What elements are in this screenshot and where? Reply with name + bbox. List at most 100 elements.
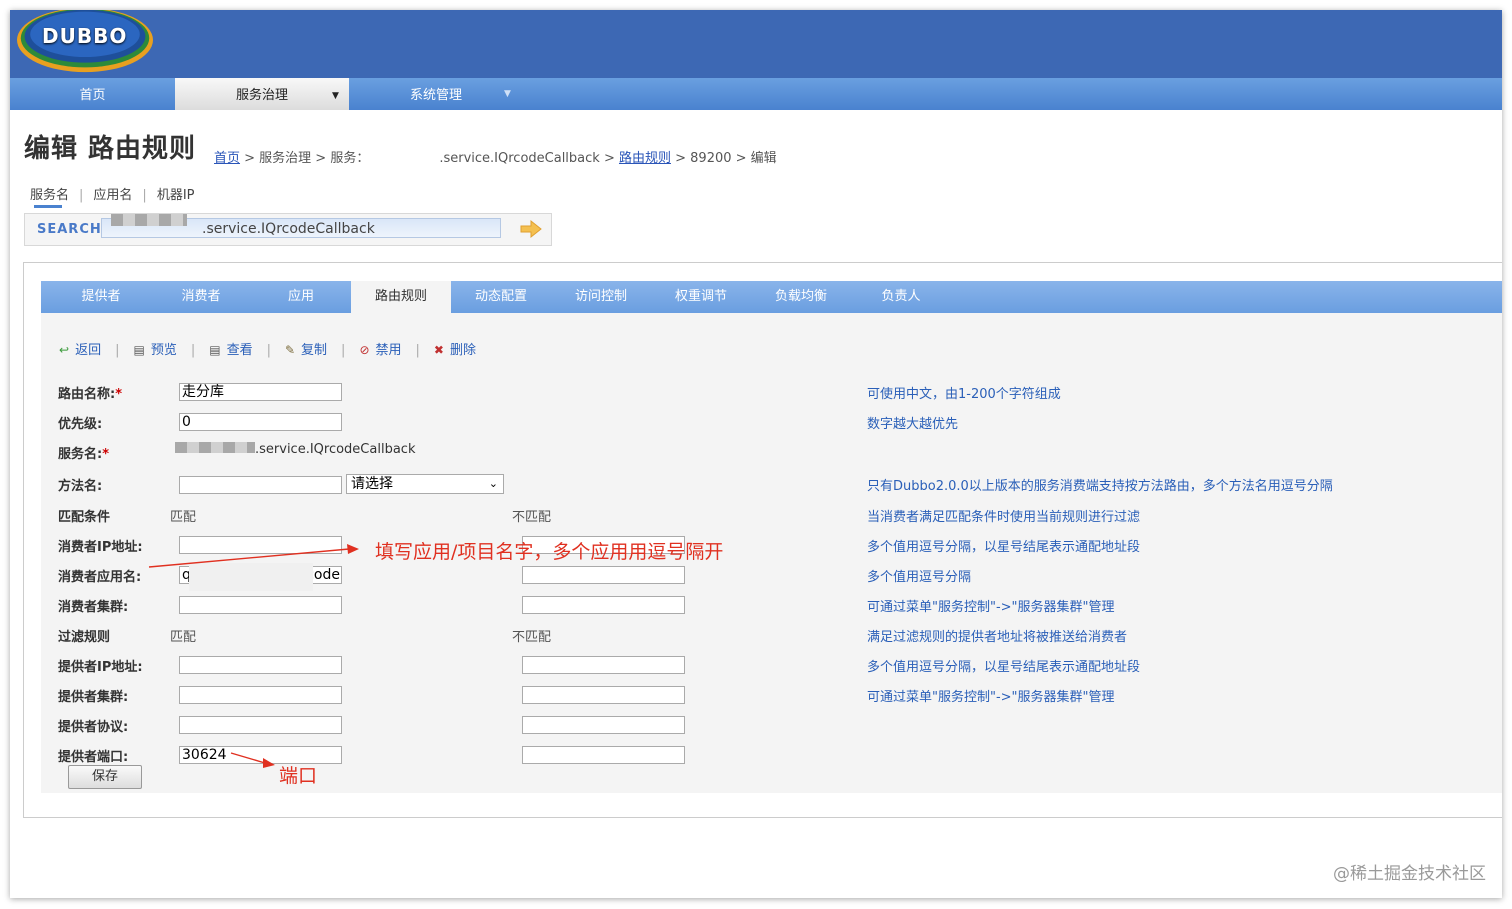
header-bar: DUBBO [10, 10, 1502, 78]
nav-home[interactable]: 首页 [10, 78, 175, 110]
provider-ip-match-input[interactable] [179, 656, 342, 674]
breadcrumb-sep: > [599, 151, 619, 166]
provider-port-match-input[interactable]: 30624 [179, 746, 342, 764]
consumer-app-nomatch-input[interactable] [522, 566, 685, 584]
tab-weights[interactable]: 权重调节 [651, 281, 751, 313]
hint-route-name: 可使用中文，由1-200个字符组成 [867, 387, 1061, 402]
disable-button[interactable]: ⊘ 禁用 [359, 343, 401, 358]
tab-applications[interactable]: 应用 [251, 281, 351, 313]
view-button[interactable]: ▤ 查看 [209, 343, 252, 358]
search-label: SEARCH [37, 222, 102, 237]
provider-cluster-match-input[interactable] [179, 686, 342, 704]
document-icon: ▤ [133, 343, 145, 357]
service-name-label: 服务名:* [58, 443, 109, 462]
route-name-label-text: 路由名称: [58, 387, 116, 402]
back-icon: ↩ [59, 343, 70, 357]
breadcrumb-service: .service.IQrcodeCallback [439, 151, 600, 166]
tab-load-balance[interactable]: 负载均衡 [751, 281, 851, 313]
tab-routes[interactable]: 路由规则 [351, 281, 451, 313]
breadcrumb-route-rules-link[interactable]: 路由规则 [619, 151, 671, 166]
nomatch-column-label: 不匹配 [512, 510, 552, 525]
tab-dynamic-config[interactable]: 动态配置 [451, 281, 551, 313]
consumer-cluster-match-input[interactable] [179, 596, 342, 614]
service-name-label-text: 服务名: [58, 447, 103, 462]
delete-button[interactable]: ✖ 删除 [434, 343, 476, 358]
search-tab-ip[interactable]: 机器IP [157, 188, 195, 203]
consumer-ip-label: 消费者IP地址: [58, 540, 143, 555]
match-conditions-label: 匹配条件 [58, 510, 111, 525]
route-name-label: 路由名称:* [58, 383, 122, 402]
copy-label: 复制 [301, 343, 328, 358]
service-name-value: .service.IQrcodeCallback [255, 442, 416, 457]
redacted-block [111, 214, 187, 226]
hint-match-conditions: 当消费者满足匹配条件时使用当前规则进行过滤 [867, 510, 1141, 525]
delete-x-icon: ✖ [433, 343, 444, 357]
hint-method: 只有Dubbo2.0.0以上版本的服务消费端支持按方法路由，多个方法名用逗号分隔 [867, 479, 1333, 494]
priority-input[interactable]: 0 [179, 413, 342, 431]
consumer-app-label: 消费者应用名: [58, 570, 142, 585]
tab-access-control[interactable]: 访问控制 [551, 281, 651, 313]
consumer-ip-match-input[interactable] [179, 536, 342, 554]
method-name-input[interactable] [179, 476, 342, 494]
provider-port-nomatch-input[interactable] [522, 746, 685, 764]
required-mark: * [115, 387, 123, 402]
search-tab-service[interactable]: 服务名 [30, 188, 69, 203]
provider-protocol-nomatch-input[interactable] [522, 716, 685, 734]
breadcrumb-home-link[interactable]: 首页 [214, 151, 240, 166]
main-nav: 首页 服务治理 ▼ 系统管理 ▼ [10, 78, 1502, 110]
view-label: 查看 [226, 343, 253, 358]
back-button[interactable]: ↩ 返回 [59, 343, 101, 358]
nav-system-management[interactable]: 系统管理 ▼ [349, 78, 523, 110]
annotation-app-note: 填写应用/项目名字，多个应用用逗号隔开 [375, 541, 724, 563]
search-tab-app[interactable]: 应用名 [93, 188, 132, 203]
service-tabs: 提供者 消费者 应用 路由规则 动态配置 访问控制 权重调节 负载均衡 负责人 [41, 281, 1502, 313]
search-go-arrow-icon[interactable] [519, 219, 543, 239]
hint-provider-ip: 多个值用逗号分隔，以星号结尾表示通配地址段 [867, 660, 1141, 675]
preview-button[interactable]: ▤ 预览 [133, 343, 176, 358]
copy-button[interactable]: ✎ 复制 [285, 343, 327, 358]
redacted-block [175, 442, 255, 453]
ban-icon: ⊘ [359, 343, 370, 357]
hint-consumer-ip: 多个值用逗号分隔，以星号结尾表示通配地址段 [867, 540, 1141, 555]
provider-cluster-nomatch-input[interactable] [522, 686, 685, 704]
redacted-block [189, 563, 313, 591]
route-name-input[interactable]: 走分库 [179, 383, 342, 401]
watermark: @稀土掘金技术社区 [1333, 864, 1486, 884]
back-label: 返回 [75, 343, 102, 358]
browser-frame: DUBBO 首页 服务治理 ▼ 系统管理 ▼ 编辑 路由规则 首页 > 服务治理… [10, 10, 1502, 898]
edit-icon: ✎ [284, 343, 296, 357]
tab-providers[interactable]: 提供者 [51, 281, 151, 313]
dropdown-arrow-icon: ▼ [332, 91, 339, 101]
consumer-cluster-label: 消费者集群: [58, 600, 129, 615]
provider-protocol-match-input[interactable] [179, 716, 342, 734]
annotation-arrowhead [347, 544, 359, 554]
provider-port-label: 提供者端口: [58, 750, 129, 765]
hint-priority: 数字越大越优先 [867, 417, 959, 432]
delete-label: 删除 [449, 343, 476, 358]
nav-service-governance[interactable]: 服务治理 ▼ [175, 78, 349, 110]
action-toolbar: ↩ 返回 | ▤ 预览 | ▤ 查看 | ✎ 复制 | ⊘ 禁用 | ✖ 删除 [59, 343, 476, 358]
annotation-port-note: 端口 [279, 765, 318, 787]
provider-ip-nomatch-input[interactable] [522, 656, 685, 674]
save-button[interactable]: 保存 [68, 765, 142, 789]
provider-protocol-label: 提供者协议: [58, 720, 129, 735]
panel-inner: 提供者 消费者 应用 路由规则 动态配置 访问控制 权重调节 负载均衡 负责人 … [41, 281, 1502, 793]
match-column-label: 匹配 [170, 510, 197, 525]
consumer-cluster-nomatch-input[interactable] [522, 596, 685, 614]
breadcrumb: 首页 > 服务治理 > 服务： .service.IQrcodeCallback … [214, 147, 777, 166]
method-select[interactable]: 请选择 ⌄ [346, 474, 504, 494]
content-panel: 提供者 消费者 应用 路由规则 动态配置 访问控制 权重调节 负载均衡 负责人 … [23, 262, 1502, 818]
priority-label: 优先级: [58, 417, 103, 432]
required-mark: * [102, 447, 110, 462]
tab-consumers[interactable]: 消费者 [151, 281, 251, 313]
disable-label: 禁用 [375, 343, 402, 358]
page-title: 编辑 路由规则 [24, 134, 197, 164]
tab-owners[interactable]: 负责人 [851, 281, 951, 313]
method-select-value: 请选择 [351, 476, 393, 492]
chevron-down-icon: ⌄ [488, 477, 498, 490]
document-icon: ▤ [209, 343, 221, 357]
logo-text: DUBBO [42, 24, 128, 48]
hint-consumer-cluster: 可通过菜单"服务控制"->"服务器集群"管理 [867, 600, 1115, 615]
match-column-label: 匹配 [170, 630, 197, 645]
nav-system-management-label: 系统管理 [409, 88, 462, 103]
